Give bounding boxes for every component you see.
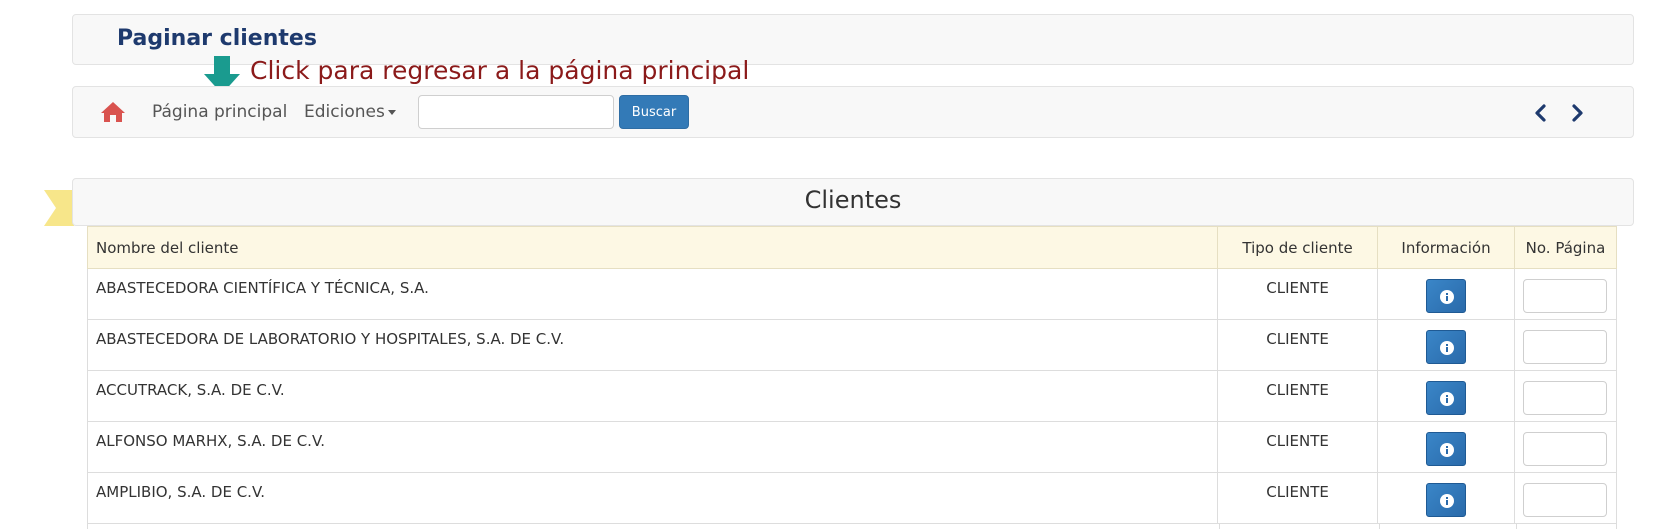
info-cell	[1377, 268, 1515, 320]
chevron-left-icon[interactable]	[1530, 102, 1552, 124]
chevron-right-icon[interactable]	[1566, 102, 1588, 124]
page-cell	[1513, 268, 1618, 320]
nav-ediciones-dropdown[interactable]: Ediciones	[304, 102, 396, 122]
client-name: ABASTECEDORA CIENTÍFICA Y TÉCNICA, S.A.	[86, 268, 1219, 320]
column-header-tipo: Tipo de cliente	[1217, 226, 1379, 269]
table-row: ABASTECEDORA CIENTÍFICA Y TÉCNICA, S.A. …	[86, 268, 1618, 320]
client-name: ACCUTRACK, S.A. DE C.V.	[86, 370, 1219, 422]
caret-down-icon	[387, 109, 396, 115]
info-button[interactable]	[1426, 432, 1466, 466]
search-input[interactable]	[418, 95, 614, 129]
client-type: CLIENTE	[1217, 319, 1379, 371]
info-cell	[1377, 370, 1515, 422]
client-type: CLIENTE	[1217, 421, 1379, 473]
clients-table: Nombre del cliente Tipo de cliente Infor…	[86, 226, 1618, 524]
ribbon-marker	[44, 190, 74, 226]
column-header-info: Información	[1377, 226, 1515, 269]
client-name: AMPLIBIO, S.A. DE C.V.	[86, 472, 1219, 524]
hint-text: Click para regresar a la página principa…	[250, 56, 750, 85]
table-row: ABASTECEDORA DE LABORATORIO Y HOSPITALES…	[86, 319, 1618, 371]
page-cell	[1513, 370, 1618, 422]
info-icon	[1440, 341, 1454, 355]
page-number-input[interactable]	[1523, 279, 1608, 313]
page-cell	[1513, 319, 1618, 371]
client-name: ALFONSO MARHX, S.A. DE C.V.	[86, 421, 1219, 473]
table-row: ACCUTRACK, S.A. DE C.V. CLIENTE	[86, 370, 1618, 422]
search-button[interactable]: Buscar	[619, 95, 689, 129]
column-divider	[1379, 523, 1380, 529]
page-number-input[interactable]	[1523, 381, 1608, 415]
table-row-partial	[87, 523, 1617, 529]
table-row: AMPLIBIO, S.A. DE C.V. CLIENTE	[86, 472, 1618, 524]
info-cell	[1377, 421, 1515, 473]
column-divider	[1219, 523, 1220, 529]
table-row: ALFONSO MARHX, S.A. DE C.V. CLIENTE	[86, 421, 1618, 473]
info-cell	[1377, 319, 1515, 371]
info-button[interactable]	[1426, 279, 1466, 313]
column-header-page: No. Página	[1513, 226, 1618, 269]
page-number-input[interactable]	[1523, 330, 1608, 364]
nav-home-link[interactable]: Página principal	[152, 102, 287, 122]
info-icon	[1440, 443, 1454, 457]
column-divider	[1516, 523, 1517, 529]
table-header-row: Nombre del cliente Tipo de cliente Infor…	[86, 226, 1618, 269]
column-header-name: Nombre del cliente	[86, 226, 1219, 269]
client-name: ABASTECEDORA DE LABORATORIO Y HOSPITALES…	[86, 319, 1219, 371]
list-title: Clientes	[804, 186, 902, 214]
page-cell	[1513, 421, 1618, 473]
client-type: CLIENTE	[1217, 370, 1379, 422]
info-button[interactable]	[1426, 330, 1466, 364]
info-button[interactable]	[1426, 381, 1466, 415]
client-type: CLIENTE	[1217, 268, 1379, 320]
page-number-input[interactable]	[1523, 432, 1608, 466]
page-number-input[interactable]	[1523, 483, 1608, 517]
info-icon	[1440, 494, 1454, 508]
home-icon[interactable]	[100, 101, 126, 123]
info-icon	[1440, 392, 1454, 406]
info-cell	[1377, 472, 1515, 524]
nav-ediciones-label: Ediciones	[304, 102, 385, 122]
info-button[interactable]	[1426, 483, 1466, 517]
page-title: Paginar clientes	[117, 26, 317, 51]
info-icon	[1440, 290, 1454, 304]
page-cell	[1513, 472, 1618, 524]
client-type: CLIENTE	[1217, 472, 1379, 524]
